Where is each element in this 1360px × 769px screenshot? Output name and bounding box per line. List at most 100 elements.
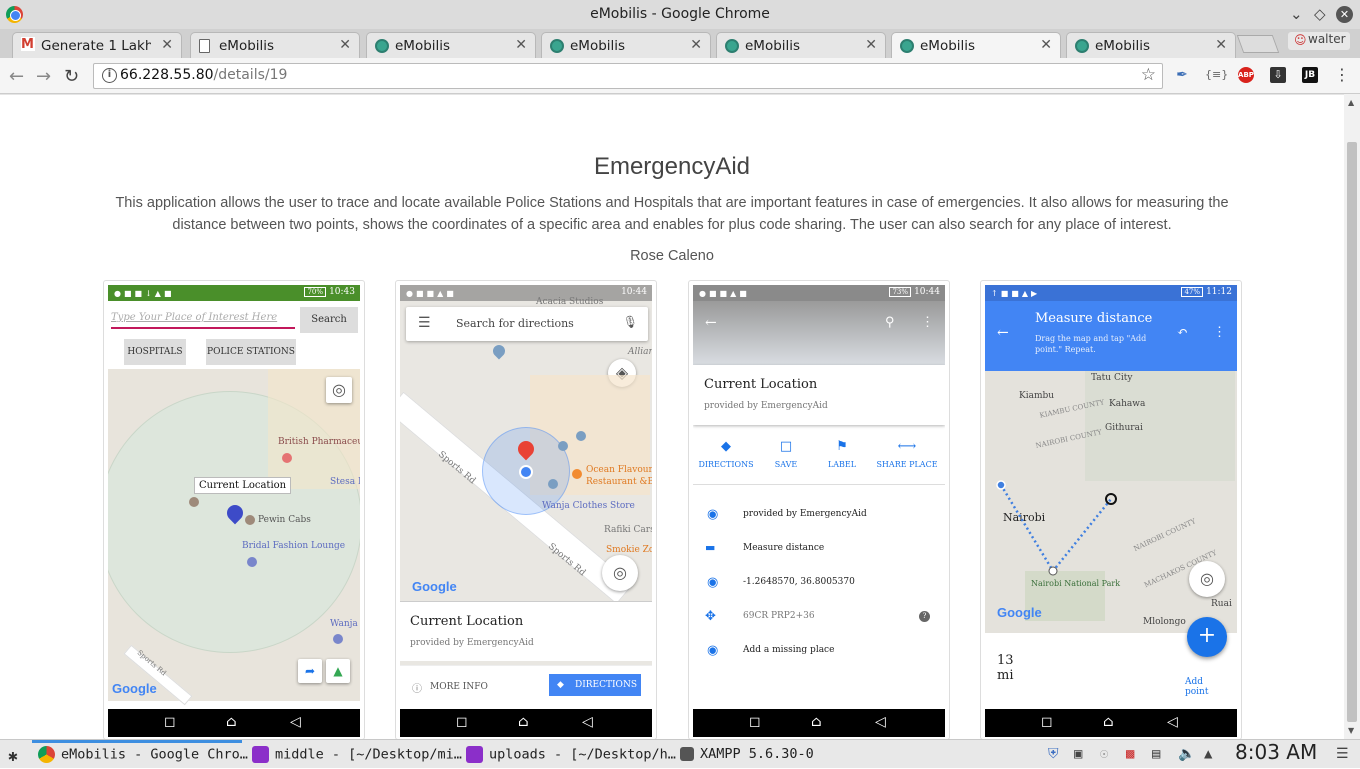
taskbar-item-phpstorm-uploads[interactable]: uploads - [~/Desktop/h… <box>466 740 676 769</box>
close-tab-icon[interactable]: ✕ <box>690 37 702 53</box>
close-tab-icon[interactable]: ✕ <box>1040 37 1052 53</box>
more-options-icon[interactable]: ⋮ <box>1213 325 1226 340</box>
network-icon[interactable]: ☉ <box>1100 746 1108 762</box>
app-launcher-icon[interactable]: ✱ <box>8 740 18 769</box>
tab-gmail[interactable]: M Generate 1 Lakh Du ✕ <box>12 32 182 58</box>
back-nav-icon[interactable]: ◁ <box>875 714 886 730</box>
tab-emobilis-3[interactable]: eMobilis ✕ <box>541 32 711 58</box>
download-extension-icon[interactable]: ⇩ <box>1270 67 1286 83</box>
close-window-icon[interactable]: ✕ <box>1336 6 1353 23</box>
more-options-icon[interactable]: ⋮ <box>921 315 934 330</box>
label-action[interactable]: ⚑ LABEL <box>815 439 869 469</box>
show-desktop-icon[interactable]: ☰ <box>1336 746 1349 762</box>
add-point-fab[interactable]: + <box>1187 617 1227 657</box>
scroll-down-icon[interactable]: ▼ <box>1348 726 1354 735</box>
jetbrains-icon[interactable]: JB <box>1302 67 1318 83</box>
json-extension-icon[interactable]: {≡} <box>1205 67 1228 83</box>
battery-icon[interactable]: ▩ <box>1126 746 1134 762</box>
tab-emobilis-2[interactable]: eMobilis ✕ <box>366 32 536 58</box>
clipboard-icon[interactable]: ▤ <box>1152 746 1160 762</box>
close-tab-icon[interactable]: ✕ <box>161 37 173 53</box>
place-card[interactable]: Current Location provided by EmergencyAi… <box>400 601 652 661</box>
directions-search-bar[interactable]: ☰ Search for directions 🎙 <box>406 307 648 341</box>
back-nav-icon[interactable]: ◁ <box>1167 714 1178 730</box>
minimize-icon[interactable]: ⌄ <box>1290 5 1303 23</box>
screenshot-4[interactable]: ↑■■▲▶ 47% 11:12 ← Measure distance Drag … <box>980 280 1242 740</box>
recents-icon[interactable]: ◻ <box>749 714 761 730</box>
back-icon[interactable]: ← <box>9 66 24 87</box>
taskbar-item-xampp[interactable]: XAMPP 5.6.30-0 <box>680 740 814 769</box>
taskbar-item-chrome[interactable]: eMobilis - Google Chro… <box>38 740 248 769</box>
my-location-icon[interactable]: ◎ <box>1189 561 1225 597</box>
profile-button[interactable]: walter <box>1288 32 1350 50</box>
back-arrow-icon[interactable]: ← <box>705 315 717 331</box>
recents-icon[interactable]: ◻ <box>456 714 468 730</box>
taskbar-item-phpstorm-middle[interactable]: middle - [~/Desktop/mi… <box>252 740 462 769</box>
place-search-input[interactable]: Type Your Place of Interest Here <box>111 307 295 329</box>
reload-icon[interactable]: ↻ <box>64 66 79 87</box>
search-button[interactable]: Search <box>300 307 358 333</box>
recents-icon[interactable]: ◻ <box>1041 714 1053 730</box>
search-icon[interactable]: ⚲ <box>885 315 895 330</box>
tab-emobilis-4[interactable]: eMobilis ✕ <box>716 32 886 58</box>
url-text[interactable]: 66.228.55.80/details/19 <box>120 67 287 83</box>
new-tab-button[interactable] <box>1236 35 1280 53</box>
close-tab-icon[interactable]: ✕ <box>865 37 877 53</box>
directions-icon[interactable]: ➦ <box>298 659 322 683</box>
tab-emobilis-active[interactable]: eMobilis ✕ <box>891 32 1061 58</box>
more-info-button[interactable]: MORE INFO <box>430 682 488 692</box>
hospitals-button[interactable]: HOSPITALS <box>124 339 186 365</box>
home-icon[interactable]: ⌂ <box>811 714 822 730</box>
directions-action[interactable]: ◆ DIRECTIONS <box>697 439 755 469</box>
home-icon[interactable]: ⌂ <box>226 714 237 730</box>
forward-icon[interactable]: → <box>36 66 51 87</box>
my-location-icon[interactable]: ◎ <box>326 377 352 403</box>
eyedropper-extension-icon[interactable]: ✒ <box>1174 67 1190 83</box>
add-place-row[interactable]: ◉ Add a missing place <box>693 639 945 673</box>
tab-emobilis-1[interactable]: eMobilis ✕ <box>190 32 360 58</box>
close-tab-icon[interactable]: ✕ <box>1215 37 1227 53</box>
map-view[interactable]: ◎ British Pharmaceutic Current Location … <box>108 369 360 706</box>
tray-expand-icon[interactable]: ▲ <box>1204 746 1212 762</box>
scrollbar-thumb[interactable] <box>1347 142 1357 722</box>
screenshot-1[interactable]: ●■■↓▲■ 70% 10:43 Type Your Place of Inte… <box>103 280 365 740</box>
directions-button[interactable]: ◆ DIRECTIONS <box>549 674 641 696</box>
vertical-scrollbar[interactable]: ▲ ▼ <box>1344 94 1360 739</box>
help-icon[interactable]: ? <box>919 611 930 622</box>
info-icon[interactable]: i <box>102 68 117 83</box>
back-nav-icon[interactable]: ◁ <box>582 714 593 730</box>
save-action[interactable]: □ SAVE <box>759 439 813 469</box>
adblock-icon[interactable]: ABP <box>1238 67 1254 83</box>
screenshot-3[interactable]: ●■■▲■ 73% 10:44 ← ⚲ ⋮ Current Location p… <box>688 280 950 740</box>
recents-icon[interactable]: ◻ <box>164 714 176 730</box>
close-tab-icon[interactable]: ✕ <box>339 37 351 53</box>
undo-icon[interactable]: ↶ <box>1177 325 1188 340</box>
scroll-up-icon[interactable]: ▲ <box>1348 98 1354 107</box>
my-location-icon[interactable]: ◎ <box>602 555 638 591</box>
screenshot-2[interactable]: ●■■▲■ 10:44 Acacia Studios ☰ Search for … <box>395 280 657 740</box>
shield-icon[interactable]: ⛨ <box>1048 746 1059 762</box>
hamburger-menu-icon[interactable]: ☰ <box>418 315 431 331</box>
plus-code-row[interactable]: ✥ 69CR PRP2+36 ? <box>693 605 945 639</box>
back-nav-icon[interactable]: ◁ <box>290 714 301 730</box>
menu-icon[interactable]: ⋮ <box>1334 67 1350 83</box>
tab-emobilis-6[interactable]: eMobilis ✕ <box>1066 32 1236 58</box>
bookmark-star-icon[interactable]: ☆ <box>1141 65 1156 85</box>
measure-map[interactable]: Tatu City Kiambu KIAMBU COUNTY Kahawa NA… <box>985 371 1237 633</box>
microphone-icon[interactable]: 🎙 <box>623 315 638 329</box>
back-arrow-icon[interactable]: ← <box>997 325 1009 341</box>
taskbar-clock[interactable]: 8:03 AM <box>1235 740 1317 764</box>
police-stations-button[interactable]: POLICE STATIONS <box>206 339 296 365</box>
info-row[interactable]: ◉ provided by EmergencyAid <box>693 503 945 537</box>
maximize-icon[interactable]: ◇ <box>1314 5 1326 23</box>
share-action[interactable]: ⟷ SHARE PLACE <box>871 439 943 469</box>
address-bar[interactable]: i 66.228.55.80/details/19 ☆ <box>93 63 1163 89</box>
directions-search-input[interactable]: Search for directions <box>456 317 574 330</box>
close-tab-icon[interactable]: ✕ <box>515 37 527 53</box>
measure-row[interactable]: ▬ Measure distance <box>693 537 945 571</box>
volume-icon[interactable]: 🔈 <box>1178 746 1195 762</box>
display-icon[interactable]: ▣ <box>1074 746 1082 762</box>
home-icon[interactable]: ⌂ <box>518 714 529 730</box>
google-maps-icon[interactable]: ▲ <box>326 659 350 683</box>
coordinates-row[interactable]: ◉ -1.2648570, 36.8005370 <box>693 571 945 605</box>
